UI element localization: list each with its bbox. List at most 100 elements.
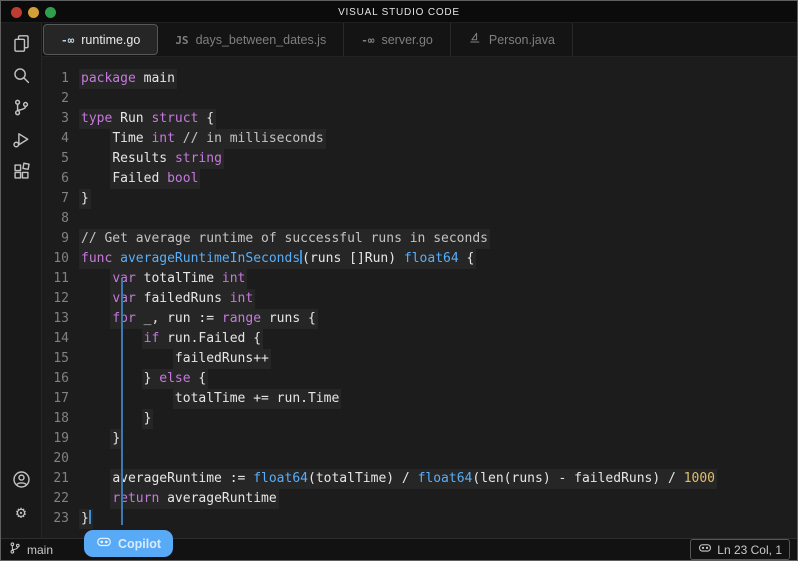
activity-item-search[interactable]: [1, 62, 42, 94]
tab-label: Person.java: [489, 33, 555, 47]
window-title: Visual Studio Code: [1, 1, 797, 23]
line-number: 15: [42, 349, 79, 369]
activity-item-settings[interactable]: ⚙: [1, 498, 42, 530]
tab-days_between_dates.js[interactable]: JS days_between_dates.js: [158, 23, 344, 56]
cursor-position-indicator[interactable]: Ln 23 Col, 1: [690, 539, 790, 560]
line-number: 19: [42, 429, 79, 449]
code-text: }: [79, 189, 91, 209]
line-number: 14: [42, 329, 79, 349]
code-line[interactable]: 14 if run.Failed {: [42, 329, 797, 349]
code-line[interactable]: 4 Time int // in milliseconds: [42, 129, 797, 149]
code-line[interactable]: 12 var failedRuns int: [42, 289, 797, 309]
copilot-icon: [698, 544, 712, 558]
code-line[interactable]: 18 }: [42, 409, 797, 429]
line-number: 3: [42, 109, 79, 129]
code-line[interactable]: 2: [42, 89, 797, 109]
git-branch-label: main: [27, 543, 53, 557]
code-text: // Get average runtime of successful run…: [79, 229, 490, 249]
code-line[interactable]: 1package main: [42, 69, 797, 89]
line-number: 18: [42, 409, 79, 429]
line-number: 20: [42, 449, 79, 469]
extensions-icon: [12, 162, 31, 186]
git-branch-icon: [8, 544, 22, 558]
line-number: 22: [42, 489, 79, 509]
code-line[interactable]: 5 Results string: [42, 149, 797, 169]
code-text: Results string: [110, 149, 224, 169]
code-text: return averageRuntime: [110, 489, 278, 509]
code-line[interactable]: 7}: [42, 189, 797, 209]
line-number: 2: [42, 89, 79, 109]
code-text: Time int // in milliseconds: [110, 129, 325, 149]
line-number: 7: [42, 189, 79, 209]
line-number: 5: [42, 149, 79, 169]
java-icon: [468, 31, 482, 48]
code-line[interactable]: 19 }: [42, 429, 797, 449]
activity-bar-bottom: ⚙: [1, 466, 41, 538]
code-text: totalTime += run.Time: [173, 389, 341, 409]
git-branch-icon: [8, 541, 22, 558]
code-line[interactable]: 23}: [42, 509, 797, 529]
tab-runtime.go[interactable]: -∞ runtime.go: [43, 24, 158, 55]
cursor-position-label: Ln 23 Col, 1: [717, 543, 782, 557]
git-branch-indicator[interactable]: main: [8, 541, 53, 558]
code-line[interactable]: 21 averageRuntime := float64(totalTime) …: [42, 469, 797, 489]
text-cursor: [89, 510, 91, 524]
line-number: 10: [42, 249, 79, 269]
go-icon: -∞: [61, 33, 74, 47]
code-text: package main: [79, 69, 177, 89]
code-line[interactable]: 20: [42, 449, 797, 469]
code-text: var totalTime int: [110, 269, 247, 289]
code-line[interactable]: 11 var totalTime int: [42, 269, 797, 289]
code-editor[interactable]: 1package main23type Run struct {4 Time i…: [42, 57, 797, 538]
line-number: 11: [42, 269, 79, 289]
code-line[interactable]: 10func averageRuntimeInSeconds(runs []Ru…: [42, 249, 797, 269]
code-line[interactable]: 22 return averageRuntime: [42, 489, 797, 509]
account-icon: [12, 470, 31, 494]
line-number: 17: [42, 389, 79, 409]
code-text: for _, run := range runs {: [110, 309, 318, 329]
code-text: averageRuntime := float64(totalTime) / f…: [110, 469, 717, 489]
tab-bar: -∞ runtime.go JS days_between_dates.js -∞ser…: [42, 23, 797, 57]
code-line[interactable]: 15 failedRuns++: [42, 349, 797, 369]
code-text: if run.Failed {: [142, 329, 263, 349]
tab-label: days_between_dates.js: [196, 33, 327, 47]
code-line[interactable]: 16 } else {: [42, 369, 797, 389]
code-text: }: [142, 409, 154, 429]
line-number: 9: [42, 229, 79, 249]
activity-item-explorer[interactable]: [1, 30, 42, 62]
code-line[interactable]: 9// Get average runtime of successful ru…: [42, 229, 797, 249]
tab-label: runtime.go: [81, 33, 140, 47]
line-number: 1: [42, 69, 79, 89]
activity-item-account[interactable]: [1, 466, 42, 498]
go-icon: -∞: [361, 33, 374, 47]
code-text: var failedRuns int: [110, 289, 255, 309]
copilot-icon: [96, 534, 112, 553]
line-number: 6: [42, 169, 79, 189]
explorer-icon: [12, 34, 31, 58]
line-number: 23: [42, 509, 79, 529]
code-line[interactable]: 8: [42, 209, 797, 229]
active-indent-guide: [121, 279, 123, 525]
copilot-button[interactable]: Copilot: [84, 530, 173, 557]
js-icon: JS: [175, 33, 188, 47]
code-line[interactable]: 13 for _, run := range runs {: [42, 309, 797, 329]
code-text: }: [79, 509, 93, 529]
line-number: 12: [42, 289, 79, 309]
copilot-button-label: Copilot: [118, 537, 161, 551]
line-number: 21: [42, 469, 79, 489]
source-control-icon: [12, 98, 31, 122]
activity-bar: ⚙: [1, 23, 42, 538]
run-debug-icon: [12, 130, 31, 154]
activity-item-extensions[interactable]: [1, 158, 42, 190]
activity-item-source-control[interactable]: [1, 94, 42, 126]
tab-Person.java[interactable]: Person.java: [451, 23, 573, 56]
code-text: failedRuns++: [173, 349, 271, 369]
code-line[interactable]: 6 Failed bool: [42, 169, 797, 189]
line-number: 4: [42, 129, 79, 149]
code-line[interactable]: 3type Run struct {: [42, 109, 797, 129]
code-line[interactable]: 17 totalTime += run.Time: [42, 389, 797, 409]
line-number: 8: [42, 209, 79, 229]
code-text: type Run struct {: [79, 109, 216, 129]
activity-item-run-debug[interactable]: [1, 126, 42, 158]
tab-server.go[interactable]: -∞server.go: [344, 23, 451, 56]
